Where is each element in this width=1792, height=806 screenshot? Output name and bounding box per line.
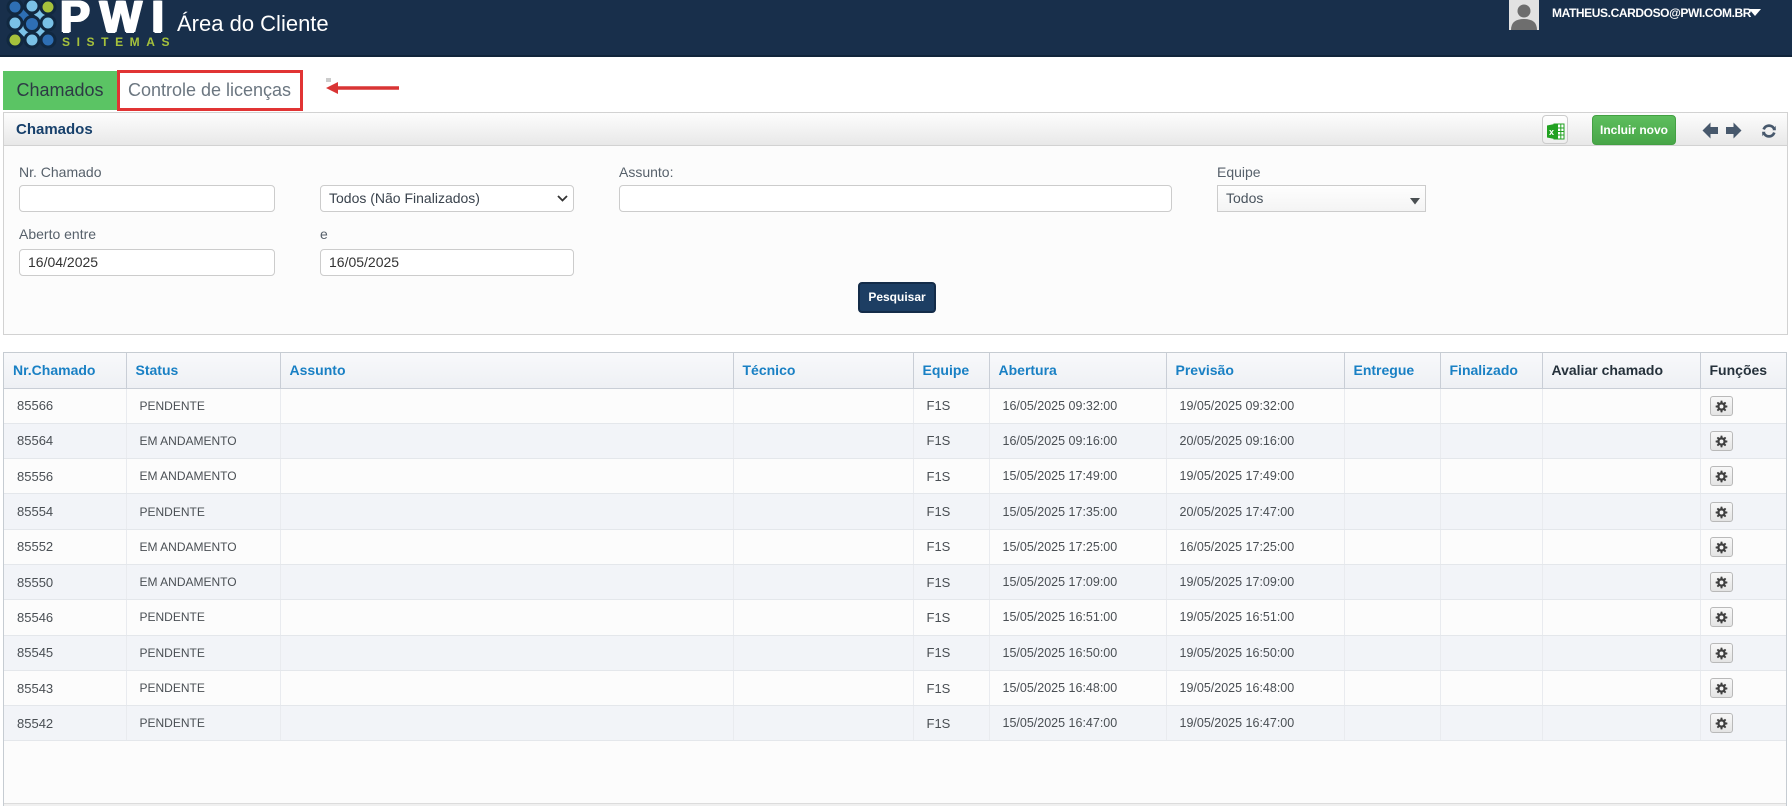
svg-text:x: x <box>1549 127 1554 137</box>
